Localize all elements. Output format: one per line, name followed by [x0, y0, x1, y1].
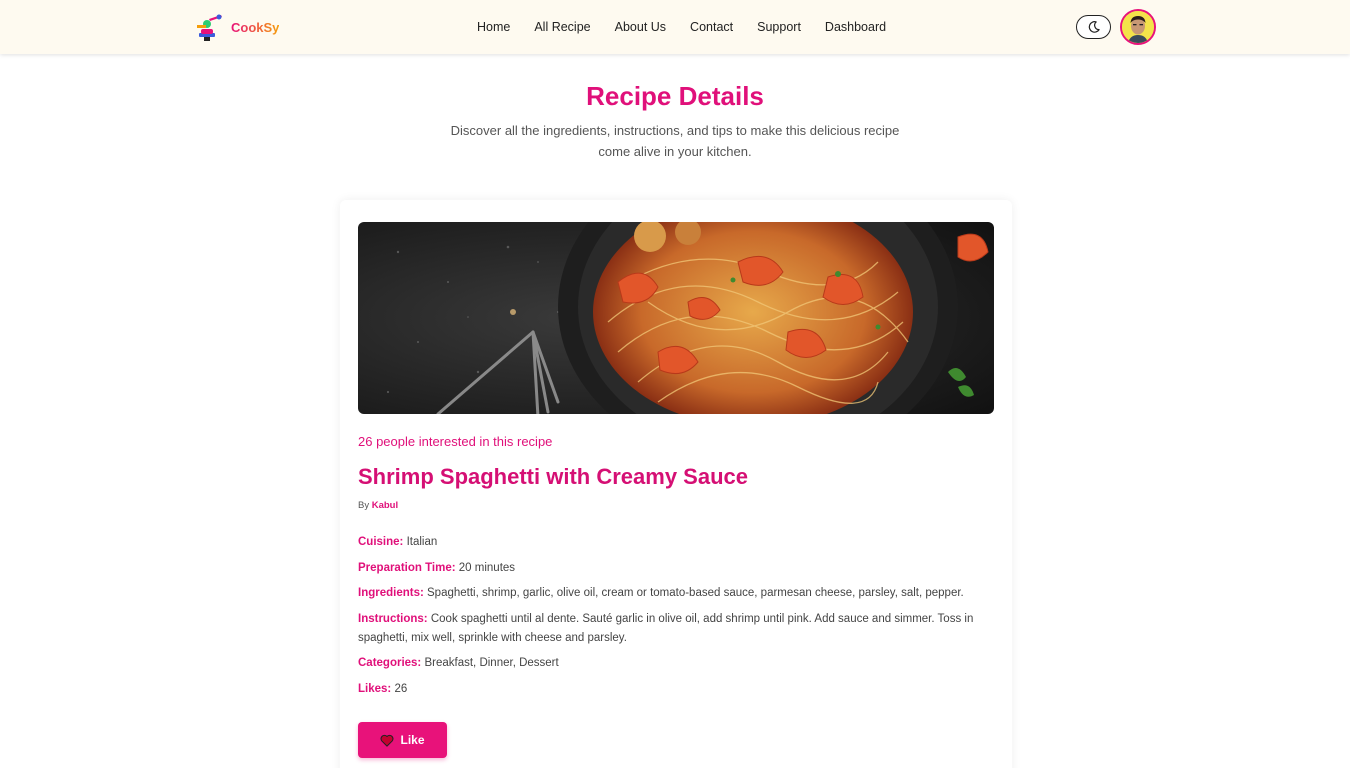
shrimp-spaghetti-photo: [358, 222, 994, 414]
brand-name: CookSy: [231, 19, 280, 35]
detail-label: Cuisine:: [358, 536, 404, 548]
detail-label: Ingredients:: [358, 587, 424, 599]
nav-all-recipe[interactable]: All Recipe: [522, 20, 602, 34]
nav-dashboard[interactable]: Dashboard: [813, 20, 898, 34]
detail-instructions: Instructions: Cook spaghetti until al de…: [358, 610, 994, 648]
detail-value: Italian: [406, 536, 438, 548]
theme-toggle-button[interactable]: [1076, 15, 1111, 39]
like-button-label: Like: [400, 733, 425, 747]
nav-about-us[interactable]: About Us: [603, 20, 678, 34]
page-title: Recipe Details: [586, 81, 764, 111]
recipe-title: Shrimp Spaghetti with Creamy Sauce: [358, 464, 748, 489]
interest-count-text: 26 people interested in this recipe: [358, 434, 553, 449]
moon-icon: [1088, 21, 1100, 33]
detail-value: Spaghetti, shrimp, garlic, olive oil, cr…: [427, 587, 964, 599]
detail-value: Cook spaghetti until al dente. Sauté gar…: [358, 612, 974, 644]
navbar: CookSy Home All Recipe About Us Contact …: [0, 0, 1350, 54]
detail-value: Breakfast, Dinner, Dessert: [424, 657, 559, 669]
author-by-label: By: [358, 500, 370, 511]
nav-support[interactable]: Support: [745, 20, 813, 34]
detail-categories: Categories: Breakfast, Dinner, Dessert: [358, 654, 994, 673]
detail-label: Categories:: [358, 657, 422, 669]
recipe-details: Cuisine: Italian Preparation Time: 20 mi…: [358, 533, 994, 705]
detail-likes: Likes: 26: [358, 680, 994, 699]
author-line: By Kabul: [358, 500, 398, 511]
detail-label: Preparation Time:: [358, 561, 456, 574]
heart-icon: [381, 734, 394, 747]
detail-value: 20 minutes: [458, 561, 516, 574]
detail-label: Instructions:: [358, 612, 428, 625]
nav-links: Home All Recipe About Us Contact Support…: [465, 0, 898, 54]
recipe-card: 26 people interested in this recipe Shri…: [340, 200, 1012, 768]
detail-preparation-time: Preparation Time: 20 minutes: [358, 559, 994, 578]
detail-cuisine: Cuisine: Italian: [358, 533, 994, 552]
author-name[interactable]: Kabul: [372, 500, 398, 511]
avatar-image: [1122, 11, 1154, 43]
page-subtitle: Discover all the ingredients, instructio…: [450, 123, 900, 159]
nav-contact[interactable]: Contact: [678, 20, 745, 34]
brand-link[interactable]: CookSy: [195, 11, 279, 43]
chef-cooking-icon: [197, 14, 222, 41]
detail-ingredients: Ingredients: Spaghetti, shrimp, garlic, …: [358, 584, 994, 603]
detail-label: Likes:: [358, 682, 392, 695]
user-avatar[interactable]: [1120, 9, 1156, 45]
detail-value: 26: [394, 682, 408, 695]
like-button[interactable]: Like: [358, 722, 447, 758]
nav-home[interactable]: Home: [465, 20, 522, 34]
